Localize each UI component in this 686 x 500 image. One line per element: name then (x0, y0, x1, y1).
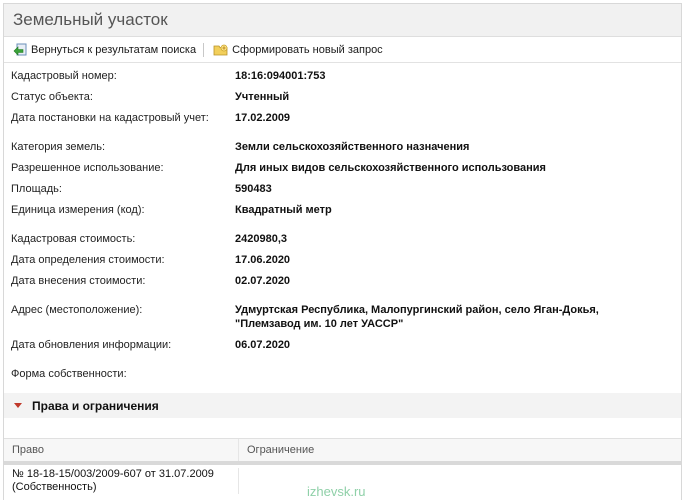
property-row-permitted-use: Разрешенное использование: Для иных видо… (4, 161, 681, 182)
property-row-unit: Единица измерения (код): Квадратный метр (4, 203, 681, 224)
right-type: (Собственность) (12, 481, 97, 493)
property-label: Площадь: (11, 183, 62, 195)
property-value: 17.06.2020 (235, 254, 291, 266)
property-row-value-determined-date: Дата определения стоимости: 17.06.2020 (4, 253, 681, 274)
property-row-cadastral-value: Кадастровая стоимость: 2420980,3 (4, 232, 681, 253)
rights-table-header: Право Ограничение (4, 438, 681, 465)
property-list: Кадастровый номер: 18:16:094001:753 Стат… (4, 63, 681, 388)
new-request-label: Сформировать новый запрос (232, 43, 383, 56)
land-plot-panel: Земельный участок Вернуться к результата… (3, 3, 682, 500)
property-value: 17.02.2009 (235, 112, 291, 124)
property-label: Адрес (местоположение): (11, 304, 143, 316)
property-label: Статус объекта: (11, 91, 93, 103)
property-row-ownership-form: Форма собственности: (4, 367, 681, 388)
property-row-value-entered-date: Дата внесения стоимости: 02.07.2020 (4, 274, 681, 295)
property-row-info-updated-date: Дата обновления информации: 06.07.2020 (4, 338, 681, 359)
page-title: Земельный участок (13, 10, 168, 29)
toolbar-divider (203, 42, 205, 57)
property-value: Квадратный метр (235, 204, 332, 216)
address-line-2: "Племзавод им. 10 лет УАССР" (235, 318, 404, 330)
property-label: Единица измерения (код): (11, 204, 145, 216)
property-row-cadastral-number: Кадастровый номер: 18:16:094001:753 (4, 69, 681, 90)
property-row-status: Статус объекта: Учтенный (4, 90, 681, 111)
right-cell: № 18-18-15/003/2009-607 от 31.07.2009 (С… (4, 468, 239, 494)
property-label: Категория земель: (11, 141, 106, 153)
back-to-results-button[interactable]: Вернуться к результатам поиска (10, 43, 199, 57)
property-label: Разрешенное использование: (11, 162, 164, 174)
rights-section-header[interactable]: Права и ограничения (4, 393, 681, 418)
property-row-address: Адрес (местоположение): Удмуртская Респу… (4, 303, 681, 338)
property-label: Дата внесения стоимости: (11, 275, 146, 287)
new-request-button[interactable]: Сформировать новый запрос (210, 43, 386, 57)
property-value: Удмуртская Республика, Малопургинский ра… (235, 303, 599, 331)
property-value: Земли сельскохозяйственного назначения (235, 141, 470, 153)
right-registration-number: № 18-18-15/003/2009-607 от 31.07.2009 (12, 468, 214, 480)
property-label: Дата определения стоимости: (11, 254, 165, 266)
property-label: Дата постановки на кадастровый учет: (11, 112, 209, 124)
property-label: Кадастровый номер: (11, 70, 117, 82)
property-row-registration-date: Дата постановки на кадастровый учет: 17.… (4, 111, 681, 132)
collapse-triangle-icon (14, 403, 22, 408)
property-value: 06.07.2020 (235, 339, 291, 351)
back-to-results-label: Вернуться к результатам поиска (31, 43, 197, 56)
property-value: Для иных видов сельскохозяйственного исп… (235, 162, 546, 174)
address-line-1: Удмуртская Республика, Малопургинский ра… (235, 304, 599, 316)
back-arrow-icon (13, 43, 27, 56)
property-label: Форма собственности: (11, 368, 127, 380)
column-header-limitation[interactable]: Ограничение (239, 444, 314, 456)
property-label: Дата обновления информации: (11, 339, 172, 351)
property-row-land-category: Категория земель: Земли сельскохозяйстве… (4, 140, 681, 161)
property-value: Учтенный (235, 91, 290, 103)
column-header-right[interactable]: Право (4, 439, 239, 461)
watermark: izhevsk.ru (307, 484, 366, 499)
property-value: 02.07.2020 (235, 275, 291, 287)
property-value: 2420980,3 (235, 233, 287, 245)
property-value: 18:16:094001:753 (235, 70, 326, 82)
property-row-area: Площадь: 590483 (4, 182, 681, 203)
title-bar: Земельный участок (4, 4, 681, 37)
new-request-folder-icon (213, 44, 228, 55)
rights-section-title: Права и ограничения (32, 398, 159, 413)
toolbar: Вернуться к результатам поиска Сформиров… (4, 37, 681, 63)
property-value: 590483 (235, 183, 272, 195)
property-label: Кадастровая стоимость: (11, 233, 136, 245)
